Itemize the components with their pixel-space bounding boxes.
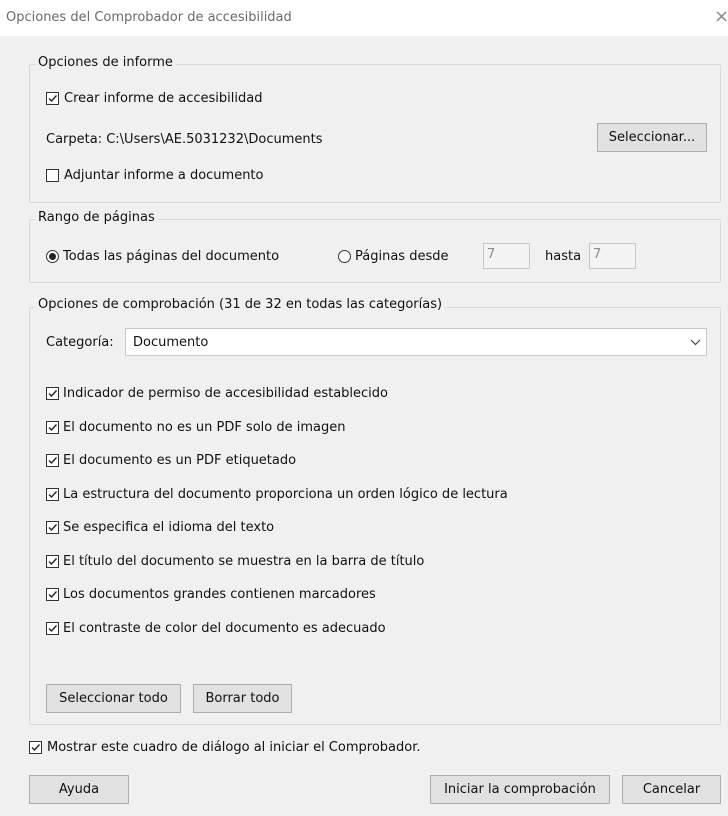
chevron-down-icon <box>690 339 701 346</box>
check-item-checkbox[interactable] <box>46 454 59 467</box>
pages-from-radio[interactable] <box>338 250 351 263</box>
cancel-button-label: Cancelar <box>642 782 701 797</box>
category-value: Documento <box>133 335 209 350</box>
start-check-button[interactable]: Iniciar la comprobación <box>430 775 610 804</box>
close-icon[interactable]: × <box>714 6 728 27</box>
check-item-checkbox[interactable] <box>46 622 59 635</box>
check-item-label: Los documentos grandes contienen marcado… <box>63 587 376 602</box>
checkmark-icon <box>48 390 58 398</box>
clear-all-label: Borrar todo <box>205 691 280 706</box>
start-check-button-label: Iniciar la comprobación <box>444 782 596 797</box>
page-to-input[interactable]: 7 <box>589 243 636 269</box>
check-item-checkbox[interactable] <box>46 588 59 601</box>
checkmark-icon <box>48 558 58 566</box>
select-all-button[interactable]: Seleccionar todo <box>46 684 181 713</box>
show-dialog-label: Mostrar este cuadro de diálogo al inicia… <box>47 740 421 755</box>
all-pages-label: Todas las páginas del documento <box>63 249 280 264</box>
category-select[interactable]: Documento <box>125 328 707 356</box>
all-pages-radio[interactable] <box>46 250 59 263</box>
help-button-label: Ayuda <box>58 782 100 797</box>
check-item-checkbox[interactable] <box>46 488 59 501</box>
check-item-checkbox[interactable] <box>46 555 59 568</box>
show-dialog-checkbox[interactable] <box>29 741 42 754</box>
check-item-label: Indicador de permiso de accesibilidad es… <box>63 386 388 401</box>
checkmark-icon <box>48 491 58 499</box>
check-item-label: El documento es un PDF etiquetado <box>63 453 297 468</box>
check-item-checkbox[interactable] <box>46 421 59 434</box>
page-from-input[interactable]: 7 <box>483 243 530 269</box>
checkmark-icon <box>31 744 41 752</box>
check-item-label: El contraste de color del documento es a… <box>63 621 386 636</box>
checkmark-icon <box>48 457 58 465</box>
cancel-button[interactable]: Cancelar <box>622 775 721 804</box>
report-options-legend: Opciones de informe <box>35 55 176 70</box>
checkmark-icon <box>48 625 58 633</box>
select-folder-button-label: Seleccionar... <box>608 130 696 145</box>
attach-report-checkbox[interactable] <box>46 169 59 182</box>
create-report-label: Crear informe de accesibilidad <box>64 91 263 106</box>
pages-from-label: Páginas desde <box>355 249 449 264</box>
folder-path: Carpeta: C:\Users\AE.5031232\Documents <box>46 132 323 147</box>
check-item-label: El título del documento se muestra en la… <box>63 554 425 569</box>
title-bar: Opciones del Comprobador de accesibilida… <box>0 0 728 36</box>
page-range-legend: Rango de páginas <box>35 210 158 225</box>
create-report-checkbox[interactable] <box>46 92 59 105</box>
attach-report-label: Adjuntar informe a documento <box>64 168 264 183</box>
check-item-label: Se especifica el idioma del texto <box>63 520 275 535</box>
checkmark-icon <box>48 591 58 599</box>
check-item-label: La estructura del documento proporciona … <box>63 487 508 502</box>
check-options-group <box>29 307 721 725</box>
checkmark-icon <box>48 424 58 432</box>
checkmark-icon <box>48 95 58 103</box>
help-button[interactable]: Ayuda <box>29 775 129 804</box>
category-label: Categoría: <box>46 335 114 350</box>
check-options-legend: Opciones de comprobación (31 de 32 en to… <box>35 297 446 312</box>
checkmark-icon <box>48 524 58 532</box>
check-item-checkbox[interactable] <box>46 387 59 400</box>
select-folder-button[interactable]: Seleccionar... <box>597 123 707 152</box>
select-all-label: Seleccionar todo <box>59 691 168 706</box>
to-label: hasta <box>545 249 582 264</box>
check-item-label: El documento no es un PDF solo de imagen <box>63 420 346 435</box>
check-item-checkbox[interactable] <box>46 521 59 534</box>
window-title: Opciones del Comprobador de accesibilida… <box>6 10 292 25</box>
clear-all-button[interactable]: Borrar todo <box>193 684 292 713</box>
